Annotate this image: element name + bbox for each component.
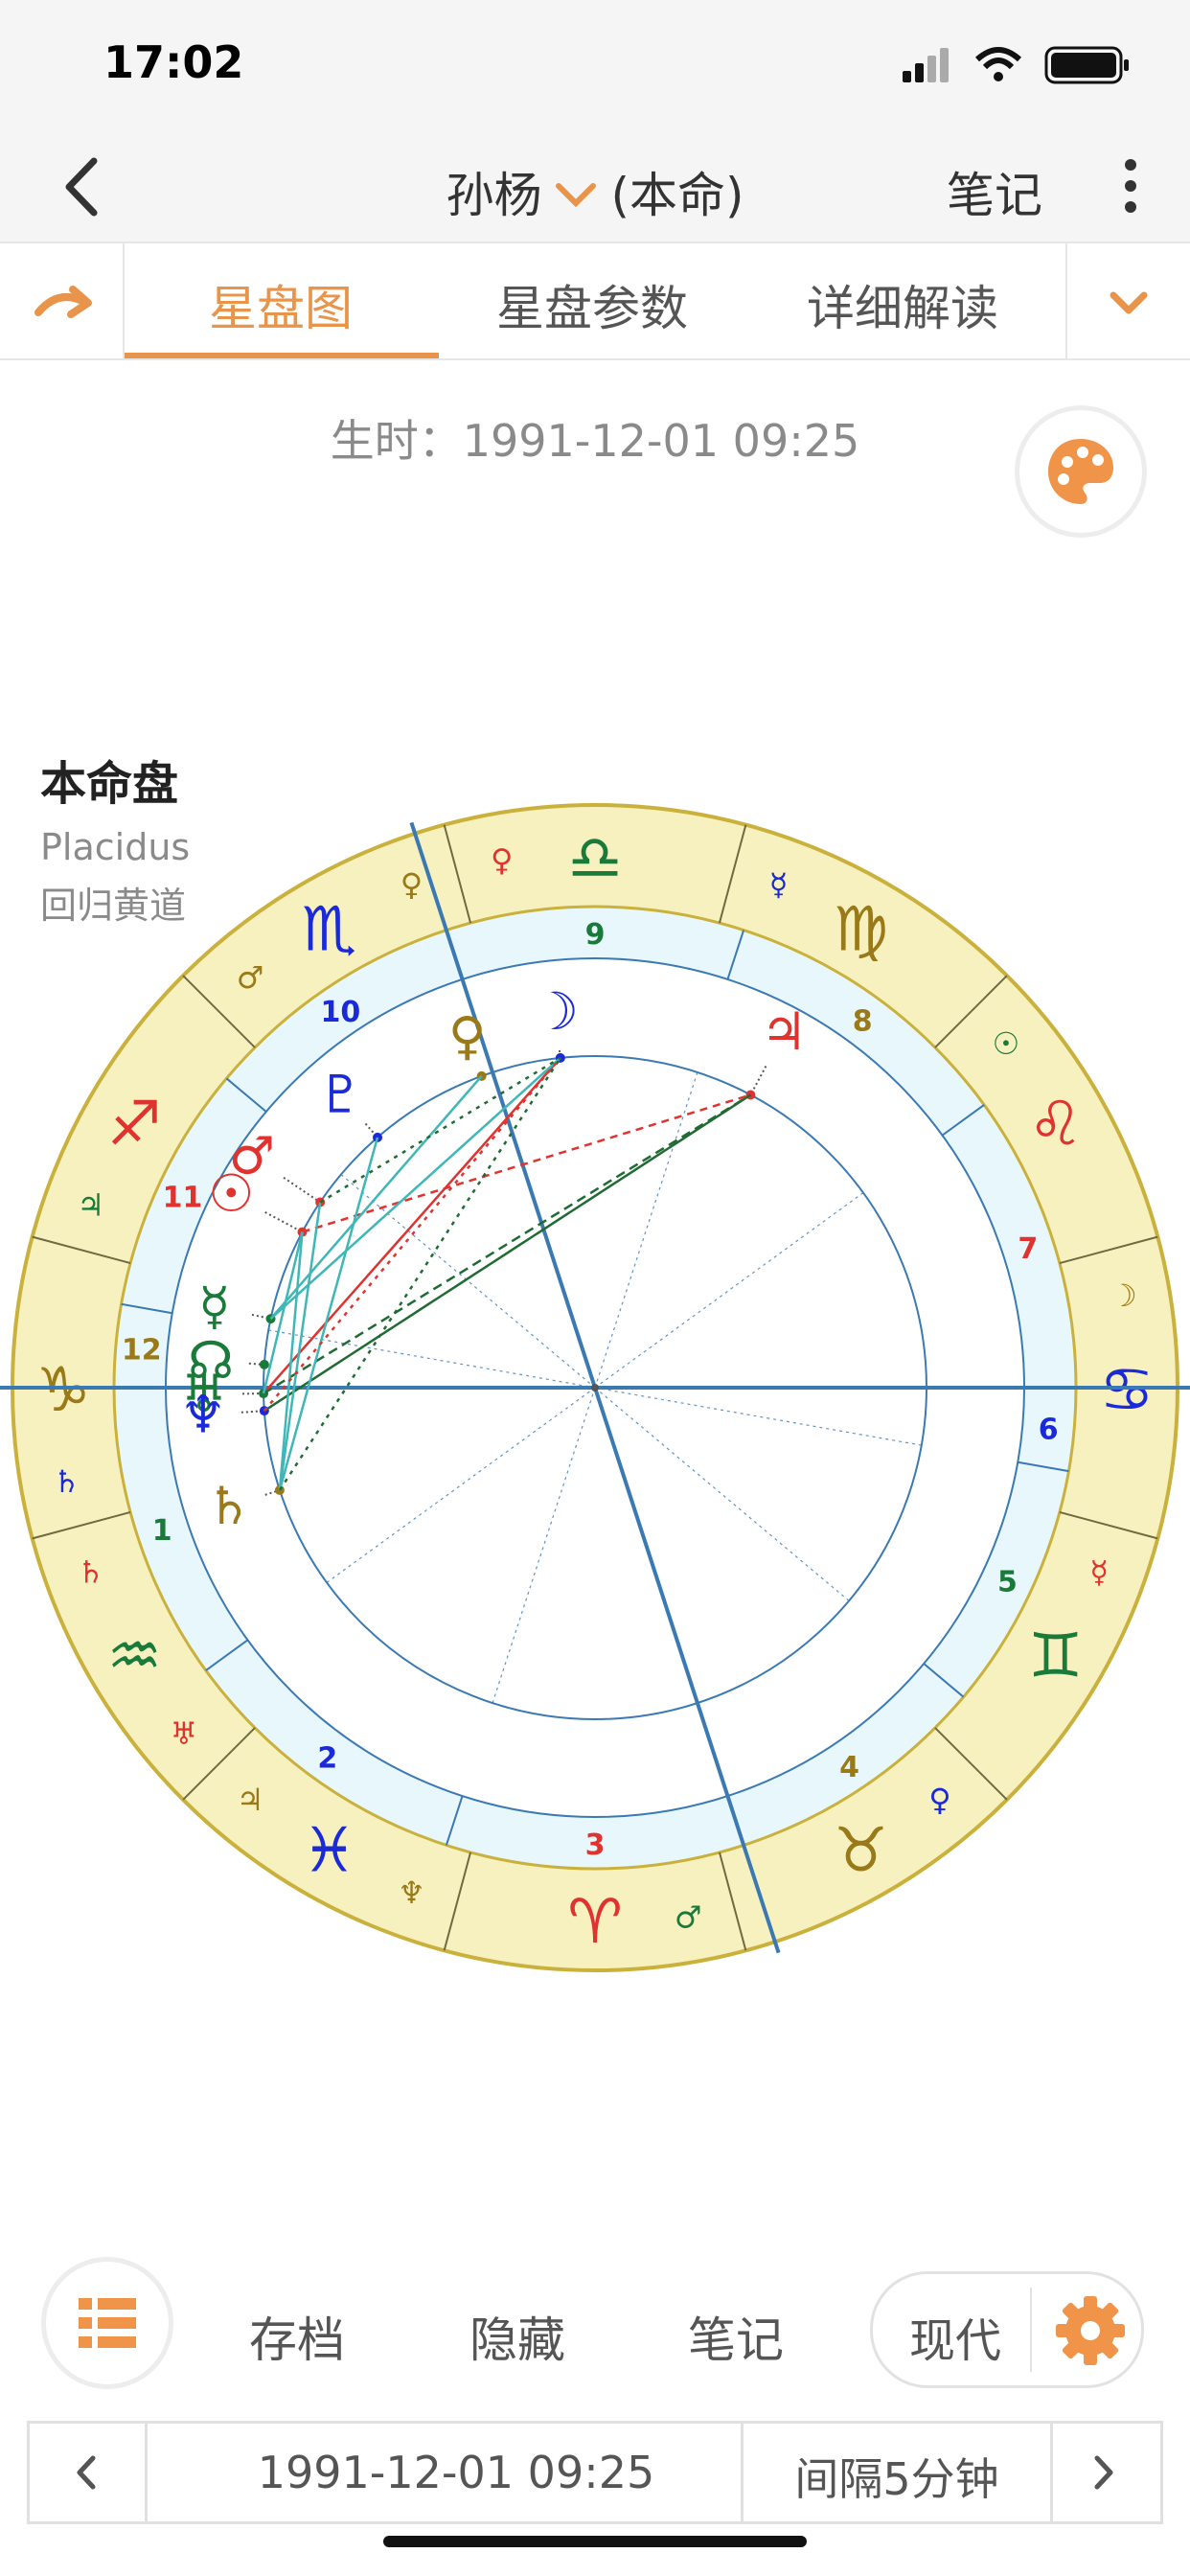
planet-mercury-glyph: ☿ [198, 1276, 230, 1337]
ruler-glyph: ♀ [928, 1782, 950, 1818]
interval-label: 间隔5分钟 [794, 2453, 999, 2505]
house-number: 1 [152, 1514, 172, 1548]
time-stepper: 1991-12-01 09:25 间隔5分钟 [27, 2421, 1163, 2524]
planet-jupiter-glyph: ♃ [761, 1001, 807, 1062]
planet-venus-glyph: ♀ [448, 1006, 487, 1067]
ruler-glyph: ☿ [769, 866, 789, 903]
sign-glyph: ♉ [834, 1816, 888, 1887]
ruler-glyph: ☿ [1089, 1554, 1109, 1591]
ruler-glyph: ♀ [400, 866, 423, 903]
planet-mars-glyph: ♂ [229, 1125, 275, 1185]
gear-icon[interactable] [1051, 2291, 1130, 2370]
tab-bar: 星盘图 星盘参数 详细解读 [0, 242, 1190, 360]
redo-icon [34, 286, 92, 318]
mode-divider [1030, 2288, 1032, 2372]
ruler-glyph: ♃ [237, 1782, 264, 1818]
list-button[interactable] [46, 2262, 169, 2384]
sign-glyph: ♒ [107, 1622, 162, 1692]
sign-glyph: ♍ [834, 894, 888, 965]
house-number: 4 [839, 1751, 859, 1784]
mode-label[interactable]: 现代 [909, 2303, 1001, 2370]
time-next-button[interactable] [1045, 2424, 1160, 2521]
sign-glyph: ♏ [302, 894, 356, 965]
house-number: 9 [585, 918, 606, 952]
archive-button[interactable]: 存档 [249, 2302, 345, 2371]
mode-selector[interactable]: 现代 [870, 2271, 1144, 2388]
ruler-glyph: ♄ [53, 1463, 80, 1500]
house-number: 6 [1039, 1413, 1059, 1446]
planet-pluto-glyph: ♇ [317, 1064, 363, 1124]
wifi-icon [974, 47, 1022, 81]
sign-glyph: ♓ [302, 1816, 356, 1887]
notes-toolbar-button[interactable]: 笔记 [688, 2302, 784, 2371]
birth-time: 生时：1991-12-01 09:25 [330, 415, 860, 467]
battery-icon [1044, 46, 1129, 84]
palette-icon [1048, 439, 1113, 504]
sign-glyph: ♋ [1099, 1355, 1154, 1426]
status-time: 17:02 [103, 36, 244, 88]
ruler-glyph: ☽ [1110, 1277, 1137, 1314]
ruler-glyph: ♂ [237, 959, 264, 996]
chevron-down-icon [1110, 291, 1148, 314]
nav-bar: 孙杨 (本命) 笔记 [0, 130, 1190, 242]
sign-glyph: ♊ [1028, 1622, 1083, 1692]
sign-glyph: ♈ [567, 1887, 622, 1958]
chart-center [591, 1384, 599, 1392]
ruler-glyph: ♀ [491, 842, 513, 879]
planet-neptune-glyph: ♆ [180, 1385, 226, 1445]
ruler-glyph: ♅ [171, 1715, 198, 1752]
chart-type: (本命) [610, 168, 744, 223]
tab-more-button[interactable] [1065, 243, 1190, 358]
ruler-glyph: ♆ [398, 1874, 425, 1911]
house-number: 2 [317, 1741, 337, 1775]
house-number: 11 [163, 1181, 203, 1214]
ruler-glyph: ♃ [77, 1186, 104, 1223]
planet-saturn-glyph: ♄ [205, 1476, 251, 1536]
house-number: 8 [853, 1005, 873, 1039]
tab-parameters[interactable]: 星盘参数 [496, 270, 688, 339]
house-number: 3 [585, 1828, 606, 1862]
chevron-left-icon [77, 2455, 96, 2490]
tab-chart[interactable]: 星盘图 [209, 270, 353, 339]
list-icon [79, 2298, 136, 2348]
natal-chart-wheel[interactable]: ♑♄♒♅♄♓♆♃♈ ♂♉♀♊☿♋☽♌☉♍☿♎♀♏♂♀♐♃1234567891011… [0, 786, 1190, 1974]
datetime-field[interactable]: 1991-12-01 09:25 [145, 2447, 767, 2498]
sign-glyph: ♐ [107, 1090, 162, 1161]
house-number: 12 [122, 1334, 162, 1368]
house-number: 7 [1018, 1232, 1038, 1266]
hide-button[interactable]: 隐藏 [469, 2302, 565, 2371]
interval-selector[interactable]: 间隔5分钟 [741, 2424, 1053, 2521]
palette-button[interactable] [1019, 410, 1142, 533]
house-number: 10 [321, 996, 361, 1029]
sign-glyph: ♌ [1028, 1090, 1083, 1161]
planet-node-dot [259, 1359, 269, 1369]
active-tab-indicator [125, 353, 439, 358]
ruler-glyph: ♄ [77, 1554, 104, 1591]
person-name: 孙杨 [446, 168, 542, 223]
home-indicator [383, 2536, 807, 2547]
redo-button[interactable] [0, 243, 125, 358]
signal-icon [903, 48, 949, 82]
house-number: 5 [997, 1566, 1018, 1599]
planet-moon-glyph: ☽ [533, 981, 579, 1042]
sign-glyph: ♑ [35, 1355, 90, 1426]
status-bar: 17:02 [0, 0, 1190, 130]
chevron-down-icon[interactable] [555, 180, 597, 209]
bottom-toolbar: 存档 隐藏 笔记 现代 [0, 2252, 1190, 2396]
ruler-glyph: ♂ [675, 1898, 702, 1935]
ruler-glyph: ☉ [993, 1025, 1020, 1062]
chevron-right-icon [1094, 2455, 1113, 2490]
tab-interpretation[interactable]: 详细解读 [807, 270, 998, 339]
more-icon[interactable] [1111, 155, 1150, 217]
status-icons [903, 46, 1129, 84]
time-prev-button[interactable] [30, 2424, 148, 2521]
sign-glyph: ♎ [567, 823, 622, 894]
notes-button[interactable]: 笔记 [947, 157, 1042, 226]
